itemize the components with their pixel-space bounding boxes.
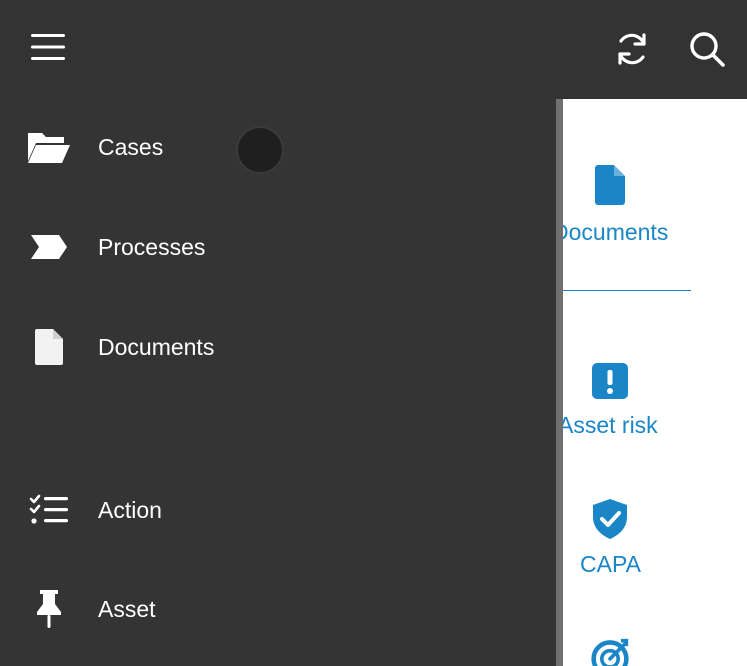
main-content: Documents Asset risk CAPA [563, 99, 747, 666]
tile-divider [563, 290, 691, 291]
nav-label-cases: Cases [98, 133, 164, 160]
target-icon [590, 635, 630, 666]
checklist-icon [26, 487, 72, 533]
tile-target[interactable] [563, 635, 747, 666]
file-icon [590, 163, 630, 207]
tile-label-capa: CAPA [580, 551, 641, 577]
nav-item-asset[interactable]: Asset [0, 579, 556, 639]
exclamation-square-icon [590, 359, 630, 403]
refresh-button[interactable] [608, 25, 656, 73]
shield-check-icon [590, 497, 630, 541]
file-icon [26, 324, 72, 370]
hamburger-menu-icon [31, 34, 65, 60]
nav-label-asset: Asset [98, 595, 156, 622]
touch-ripple [236, 126, 284, 174]
folder-open-icon [26, 124, 72, 170]
nav-item-documents[interactable]: Documents [0, 317, 556, 377]
tile-capa[interactable]: CAPA [563, 497, 747, 587]
search-button[interactable] [683, 25, 731, 73]
tile-label-documents: Documents [563, 219, 669, 245]
navigation-drawer: Cases Processes Documents Action Asset [0, 99, 556, 666]
nav-label-documents: Documents [98, 333, 215, 360]
tile-documents[interactable]: Documents [563, 161, 747, 251]
search-icon [690, 32, 725, 67]
process-chevron-icon [26, 224, 72, 270]
tile-label-asset-risk: Asset risk [563, 412, 658, 438]
nav-label-processes: Processes [98, 233, 206, 260]
pin-icon [26, 586, 72, 632]
top-app-bar [0, 0, 747, 99]
nav-item-action[interactable]: Action [0, 480, 556, 540]
refresh-icon [618, 33, 646, 65]
nav-label-action: Action [98, 496, 162, 523]
tile-asset-risk[interactable]: Asset risk [563, 359, 747, 449]
menu-button[interactable] [24, 23, 72, 71]
nav-item-processes[interactable]: Processes [0, 217, 556, 277]
drawer-edge [556, 99, 563, 666]
